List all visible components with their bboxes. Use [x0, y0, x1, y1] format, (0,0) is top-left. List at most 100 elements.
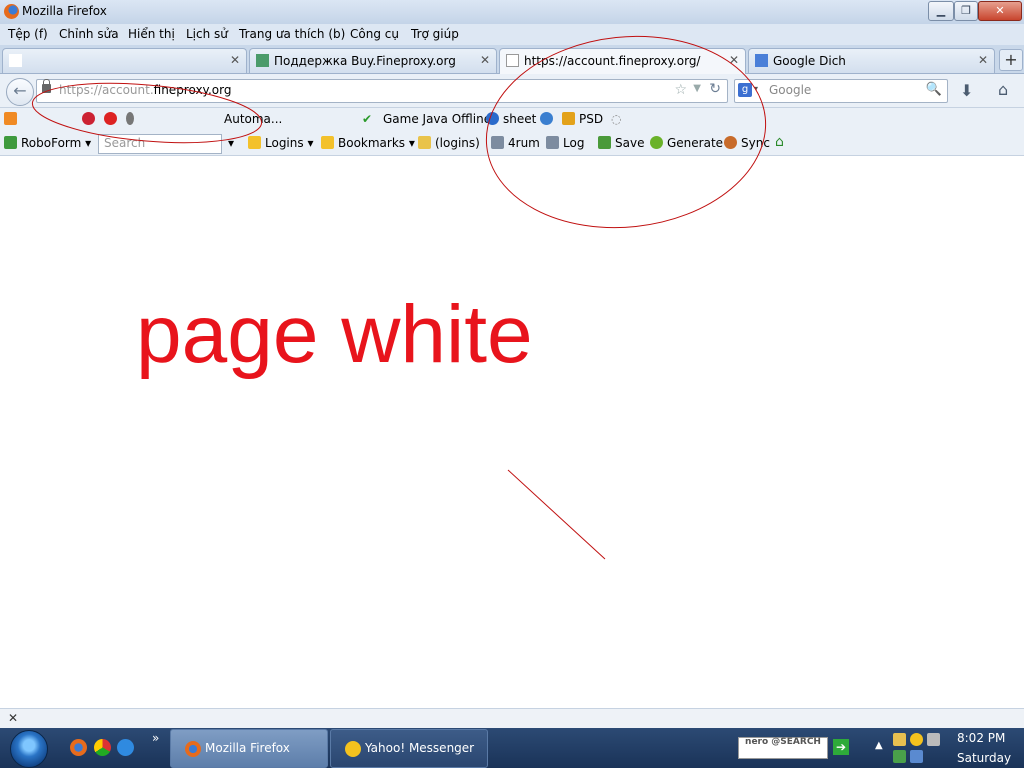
- firefox-icon: [4, 4, 19, 19]
- id-card-icon: [491, 136, 504, 149]
- close-button[interactable]: ✕: [978, 1, 1022, 21]
- clock-day: Saturday: [957, 751, 1012, 765]
- close-icon[interactable]: ✕: [8, 711, 18, 725]
- chevron-down-icon[interactable]: ▾: [754, 84, 758, 93]
- search-bar[interactable]: g ▾ Google 🔍: [734, 79, 948, 103]
- menu-view[interactable]: Hiển thị: [128, 27, 175, 41]
- star-icon: [248, 136, 261, 149]
- minimize-button[interactable]: ▁: [928, 1, 954, 21]
- bookmark-game-java[interactable]: Game Java Offline: [383, 112, 491, 126]
- roboform-toolbar: RoboForm ▾ Search ▾ Logins ▾ Bookmarks ▾…: [0, 132, 1024, 156]
- menu-file[interactable]: Tệp (f): [8, 27, 48, 41]
- smiley-icon: [345, 741, 361, 757]
- folder-icon: [418, 136, 431, 149]
- menu-bookmarks[interactable]: Trang ưa thích (b): [239, 27, 345, 41]
- url-text[interactable]: https://account.fineproxy.org: [59, 83, 231, 97]
- download-icon[interactable]: ⬇: [960, 81, 973, 100]
- roboform-icon: [4, 136, 17, 149]
- arrow-right-icon[interactable]: ➔: [833, 739, 849, 755]
- chevron-down-icon[interactable]: ▼: [693, 83, 701, 94]
- tab-fineproxy-support[interactable]: Поддержка Buy.Fineproxy.org ✕: [249, 48, 497, 73]
- home-icon[interactable]: ⌂: [775, 134, 784, 150]
- firefox-icon: [185, 741, 201, 757]
- annotation-text: page white: [136, 289, 533, 380]
- firefox-icon[interactable]: [70, 739, 87, 756]
- app-icon[interactable]: [910, 750, 923, 763]
- ie-icon[interactable]: [117, 739, 134, 756]
- navigation-bar: ← https://account.fineproxy.org ☆ ▼ ↻ g …: [0, 74, 1024, 108]
- quick-launch-more[interactable]: »: [152, 731, 159, 745]
- google-icon[interactable]: g: [738, 83, 752, 97]
- network-icon[interactable]: [927, 733, 940, 746]
- close-icon[interactable]: ✕: [978, 53, 988, 67]
- bookmark-star-icon[interactable]: ☆: [674, 82, 687, 98]
- reload-icon[interactable]: ↻: [709, 81, 721, 97]
- shield-icon[interactable]: [893, 750, 906, 763]
- blogger-icon[interactable]: [4, 112, 21, 126]
- save-button[interactable]: Save: [598, 136, 644, 150]
- chrome-icon[interactable]: [94, 739, 111, 756]
- home-icon[interactable]: ⌂: [998, 80, 1008, 99]
- url-bar[interactable]: https://account.fineproxy.org ☆ ▼ ↻: [36, 79, 728, 103]
- generate-icon: [650, 136, 663, 149]
- tab-bar: ✕ Поддержка Buy.Fineproxy.org ✕ https://…: [0, 45, 1024, 74]
- generate-button[interactable]: Generate: [650, 136, 723, 150]
- bookmark-automa[interactable]: Automa...: [224, 112, 282, 126]
- tab-redacted[interactable]: ✕: [2, 48, 247, 73]
- tab-google-dich[interactable]: Google Dich ✕: [748, 48, 995, 73]
- taskbar-yahoo-messenger[interactable]: Yahoo! Messenger: [330, 729, 488, 768]
- nero-search-box[interactable]: nero @SEARCH: [738, 737, 828, 759]
- title-bar: Mozilla Firefox ▁ ❐ ✕: [0, 0, 1024, 25]
- sync-button[interactable]: Sync: [724, 136, 770, 150]
- close-icon[interactable]: ✕: [230, 53, 240, 67]
- bookmark-pm-icon[interactable]: [104, 112, 121, 126]
- start-button[interactable]: [10, 730, 48, 768]
- back-button[interactable]: ←: [6, 78, 34, 106]
- new-tab-button[interactable]: +: [999, 49, 1023, 71]
- loading-icon: ◌: [611, 112, 622, 126]
- folder-icon[interactable]: [893, 733, 906, 746]
- taskbar-firefox[interactable]: Mozilla Firefox: [170, 729, 328, 768]
- search-input[interactable]: Google: [769, 83, 811, 97]
- log-button[interactable]: Log: [546, 136, 584, 150]
- tab-label: Google Dich: [773, 54, 846, 68]
- redacted-icon: [9, 54, 22, 67]
- bookmark-arrow-icon[interactable]: [126, 112, 138, 126]
- find-bar: ✕: [0, 708, 1024, 729]
- logins-menu[interactable]: Logins ▾: [248, 136, 313, 150]
- chevron-down-icon[interactable]: ▾: [228, 136, 234, 150]
- task-label: Yahoo! Messenger: [365, 741, 475, 755]
- tray-expand-icon[interactable]: ▲: [875, 740, 883, 751]
- forum-login[interactable]: 4rum: [491, 136, 540, 150]
- star-icon: [321, 136, 334, 149]
- google-translate-icon: [755, 54, 768, 67]
- bookmark-icon-red[interactable]: [82, 112, 99, 126]
- search-icon[interactable]: 🔍: [926, 82, 942, 97]
- tab-label: Поддержка Buy.Fineproxy.org: [274, 54, 456, 68]
- page-content: [0, 156, 1024, 708]
- menu-help[interactable]: Trợ giúp: [411, 27, 459, 41]
- bookmarks-menu[interactable]: Bookmarks ▾: [321, 136, 415, 150]
- menu-tools[interactable]: Công cụ: [350, 27, 399, 41]
- save-icon: [598, 136, 611, 149]
- id-card-icon: [546, 136, 559, 149]
- maximize-button[interactable]: ❐: [954, 1, 978, 21]
- logins-paren[interactable]: (logins): [418, 136, 480, 150]
- window-title: Mozilla Firefox: [22, 4, 107, 18]
- close-icon[interactable]: ✕: [729, 53, 739, 67]
- roboform-menu[interactable]: RoboForm ▾: [4, 136, 91, 150]
- bookmark-sheet[interactable]: sheet: [486, 112, 536, 126]
- menu-edit[interactable]: Chỉnh sửa: [59, 27, 119, 41]
- smiley-icon[interactable]: [910, 733, 923, 746]
- close-icon[interactable]: ✕: [480, 53, 490, 67]
- bookmark-psd[interactable]: PSD: [562, 112, 603, 126]
- blank-page-icon: [506, 54, 519, 67]
- check-icon: ✔: [362, 112, 373, 126]
- lock-icon: [42, 79, 51, 93]
- globe-icon[interactable]: [540, 112, 557, 126]
- tab-account-fineproxy[interactable]: https://account.fineproxy.org/ ✕: [499, 48, 746, 74]
- roboform-search-input[interactable]: Search: [98, 134, 222, 154]
- bookmarks-toolbar: Automa... ✔ Game Java Offline sheet PSD …: [0, 108, 1024, 132]
- clock-time[interactable]: 8:02 PM: [957, 731, 1005, 745]
- menu-history[interactable]: Lịch sử: [186, 27, 228, 41]
